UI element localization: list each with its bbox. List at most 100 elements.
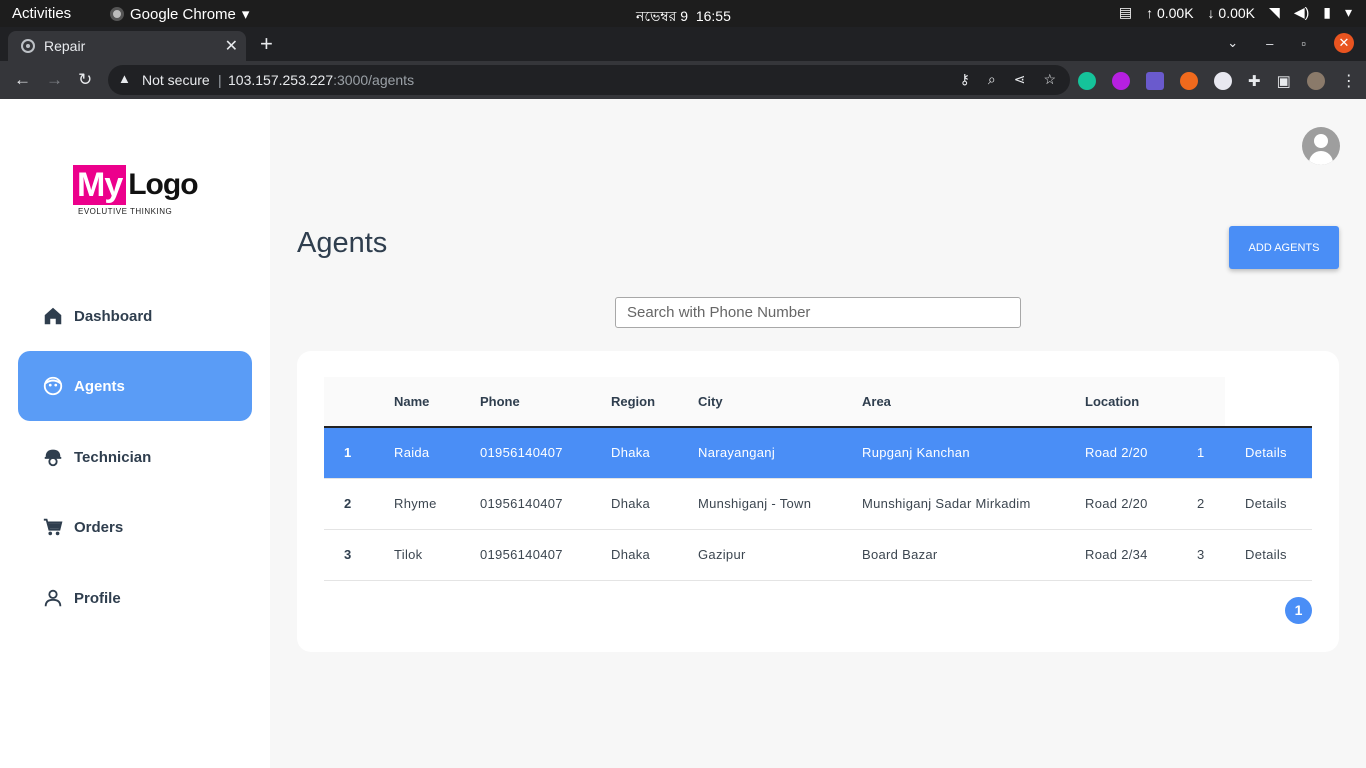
app-name: Google Chrome xyxy=(130,5,236,23)
activities-button[interactable]: Activities xyxy=(12,5,71,22)
cell-phone: 01956140407 xyxy=(480,496,563,511)
window-close-icon[interactable]: ✕ xyxy=(1334,33,1354,53)
col-index xyxy=(324,377,394,428)
sidebar-item-label: Technician xyxy=(74,448,152,466)
maximize-icon[interactable]: ▫ xyxy=(1301,36,1306,51)
details-link[interactable]: Details xyxy=(1225,427,1312,478)
sidebar-item-dashboard[interactable]: Dashboard xyxy=(18,281,252,351)
cell-id: 1 xyxy=(1197,445,1205,461)
sidebar-item-technician[interactable]: Technician xyxy=(18,422,252,492)
kebab-menu-icon[interactable]: ⋮ xyxy=(1341,71,1357,91)
extension-icon[interactable] xyxy=(1180,72,1198,90)
cell-city: Narayanganj xyxy=(698,445,776,461)
technician-helmet-icon xyxy=(44,449,62,467)
tab-favicon-icon xyxy=(21,39,35,53)
add-agents-button[interactable]: ADD AGENTS xyxy=(1229,226,1339,269)
clock-date: নভেম্বর 9 xyxy=(636,8,689,24)
key-icon[interactable]: ⚷ xyxy=(960,71,970,88)
row-index: 3 xyxy=(344,547,352,562)
cell-area: Rupganj Kanchan xyxy=(862,445,970,461)
cell-area: Munshiganj Sadar Mirkadim xyxy=(862,496,1031,511)
chevron-down-icon: ▾ xyxy=(241,6,250,23)
logo[interactable]: My Logo EVOLUTIVE THINKING xyxy=(73,165,199,216)
side-panel-icon[interactable]: ▣ xyxy=(1277,72,1291,90)
pagination-page-button[interactable]: 1 xyxy=(1285,597,1312,624)
net-up: ↑ 0.00K xyxy=(1146,4,1194,21)
screen-capture-extension-icon[interactable] xyxy=(1146,72,1164,90)
profile-avatar[interactable] xyxy=(1306,72,1325,90)
reload-icon[interactable]: ↻ xyxy=(78,70,92,90)
user-avatar[interactable] xyxy=(1302,127,1340,165)
bookmark-star-icon[interactable]: ☆ xyxy=(1043,71,1056,88)
cart-icon xyxy=(43,518,63,536)
battery-icon: ▮ xyxy=(1323,4,1331,20)
chrome-icon xyxy=(110,7,124,21)
cell-id: 3 xyxy=(1197,547,1205,562)
col-name: Name xyxy=(394,377,480,428)
extensions-bar: ✚ ▣ ⋮ xyxy=(1078,71,1357,91)
person-icon xyxy=(44,589,62,607)
back-icon[interactable]: ← xyxy=(14,70,31,90)
sidebar-item-label: Agents xyxy=(74,377,125,395)
cell-location: Road 2/20 xyxy=(1085,445,1148,461)
sidebar-item-orders[interactable]: Orders xyxy=(18,492,252,562)
puzzle-icon[interactable]: ✚ xyxy=(1248,72,1261,90)
logo-my: My xyxy=(73,165,127,205)
zoom-icon[interactable]: ⌕ xyxy=(988,71,996,88)
details-link[interactable]: Details xyxy=(1225,478,1312,529)
table-row[interactable]: 2 Rhyme 01956140407 Dhaka Munshiganj - T… xyxy=(324,478,1312,529)
cell-name: Rhyme xyxy=(394,496,437,511)
tab-search-icon[interactable]: ⌄ xyxy=(1227,35,1238,51)
table-row[interactable]: 3 Tilok 01956140407 Dhaka Gazipur Board … xyxy=(324,529,1312,580)
chevron-down-icon: ▾ xyxy=(1344,4,1352,20)
forward-icon[interactable]: → xyxy=(46,70,63,90)
clock-time: 16:55 xyxy=(695,8,731,24)
warning-icon[interactable]: ▲ xyxy=(118,71,131,86)
cell-area: Board Bazar xyxy=(862,547,938,562)
sidebar-item-profile[interactable]: Profile xyxy=(18,563,252,633)
cell-name: Tilok xyxy=(394,547,423,562)
col-action xyxy=(1225,377,1312,428)
new-tab-icon[interactable]: + xyxy=(260,31,273,57)
extension-icon[interactable] xyxy=(1112,72,1130,90)
app-menu[interactable]: Google Chrome ▾ xyxy=(110,5,249,23)
extension-icon[interactable] xyxy=(1214,72,1232,90)
security-label[interactable]: Not secure xyxy=(142,72,210,88)
cell-region: Dhaka xyxy=(611,496,651,511)
sidebar-item-label: Orders xyxy=(74,518,124,536)
tab-close-icon[interactable]: ✕ xyxy=(225,36,238,56)
clock[interactable]: নভেম্বর 9 16:55 xyxy=(636,5,731,29)
cell-name: Raida xyxy=(394,445,430,461)
url-path: :3000/agents xyxy=(333,72,415,88)
search-input[interactable] xyxy=(615,297,1021,328)
url-text[interactable]: 103.157.253.227:3000/agents xyxy=(228,72,414,88)
cell-phone: 01956140407 xyxy=(480,445,563,461)
details-link[interactable]: Details xyxy=(1225,529,1312,580)
minimize-icon[interactable]: – xyxy=(1266,36,1273,51)
url-host: 103.157.253.227 xyxy=(228,72,334,88)
browser-tab[interactable]: Repair ✕ xyxy=(8,31,246,61)
address-bar[interactable]: ▲ Not secure | 103.157.253.227:3000/agen… xyxy=(108,65,1070,95)
col-id xyxy=(1197,377,1225,428)
agents-table: Name Phone Region City Area Location 1 R… xyxy=(324,377,1312,581)
system-tray[interactable]: ▤ ↑ 0.00K ↓ 0.00K ◥ ◀) ▮ ▾ xyxy=(1119,4,1352,21)
agents-table-card: Name Phone Region City Area Location 1 R… xyxy=(297,351,1339,652)
wifi-icon: ◥ xyxy=(1269,4,1280,20)
volume-icon: ◀) xyxy=(1293,4,1310,20)
grammarly-extension-icon[interactable] xyxy=(1078,72,1096,90)
share-icon[interactable]: ⋖ xyxy=(1014,71,1026,88)
window-controls: ⌄ – ▫ ✕ xyxy=(1227,33,1354,53)
sidebar-item-label: Profile xyxy=(74,589,121,607)
net-down: ↓ 0.00K xyxy=(1207,4,1256,21)
logo-text: Logo xyxy=(128,168,198,201)
sidebar: My Logo EVOLUTIVE THINKING Dashboard Agen… xyxy=(0,99,270,768)
col-city: City xyxy=(698,377,862,428)
col-area: Area xyxy=(862,377,1085,428)
cell-city: Gazipur xyxy=(698,547,746,562)
cell-id: 2 xyxy=(1197,496,1205,511)
table-row[interactable]: 1 Raida 01956140407 Dhaka Narayanganj Ru… xyxy=(324,427,1312,478)
sidebar-item-agents[interactable]: Agents xyxy=(18,351,252,421)
page-title: Agents xyxy=(297,227,388,259)
col-region: Region xyxy=(611,377,698,428)
cell-city: Munshiganj - Town xyxy=(698,496,812,511)
